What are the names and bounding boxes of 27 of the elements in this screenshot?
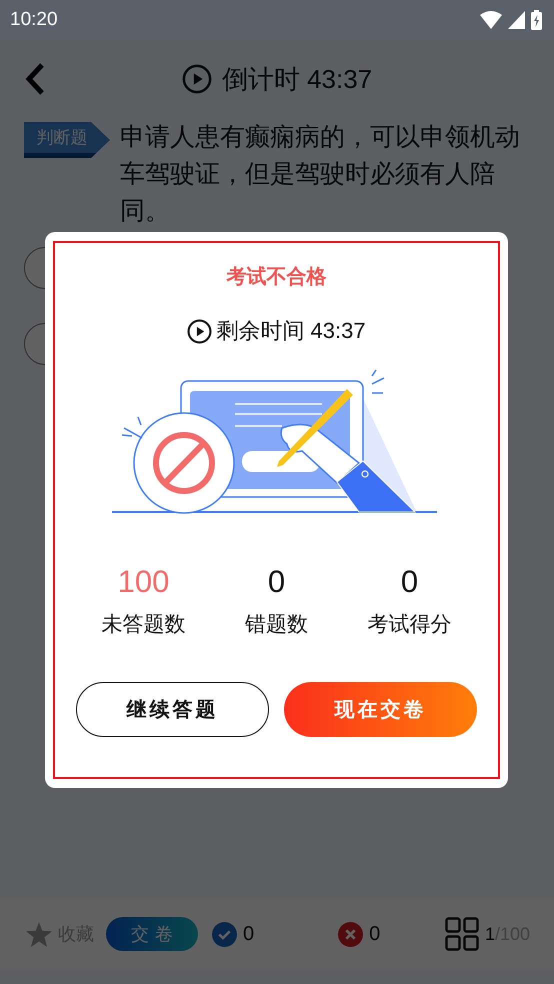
question-type-tag: 判断题	[24, 122, 110, 158]
play-icon	[187, 318, 212, 344]
stat-value: 0	[400, 564, 418, 600]
continue-button[interactable]: 继续答题	[76, 682, 269, 737]
stat-label: 未答题数	[102, 611, 186, 638]
wrong-count: 0	[369, 922, 380, 946]
correct-count: 0	[243, 922, 254, 946]
play-icon	[182, 64, 212, 94]
submit-button[interactable]: 交卷	[106, 917, 198, 951]
wifi-icon	[480, 11, 502, 29]
signal-icon	[508, 11, 525, 29]
question-text: 申请人患有癫痫病的，可以申领机动车驾驶证，但是驾驶时必须有人陪同。	[120, 121, 521, 227]
star-icon[interactable]	[26, 922, 52, 946]
stat-value: 0	[268, 564, 286, 600]
stat-label: 错题数	[245, 611, 308, 638]
stat-value: 100	[118, 564, 170, 600]
battery-charging-icon	[531, 10, 542, 30]
status-time: 10:20	[10, 9, 58, 31]
check-icon	[212, 922, 237, 946]
stat-label: 考试得分	[368, 611, 452, 638]
dialog-title: 考试不合格	[226, 263, 326, 290]
grid-icon[interactable]	[444, 917, 479, 951]
submit-now-button[interactable]: 现在交卷	[284, 682, 477, 737]
cross-icon	[338, 922, 364, 946]
current-question-number: 1	[484, 924, 495, 944]
remaining-time: 剩余时间 43:37	[216, 317, 366, 345]
countdown-title: 倒计时 43:37	[222, 62, 372, 96]
